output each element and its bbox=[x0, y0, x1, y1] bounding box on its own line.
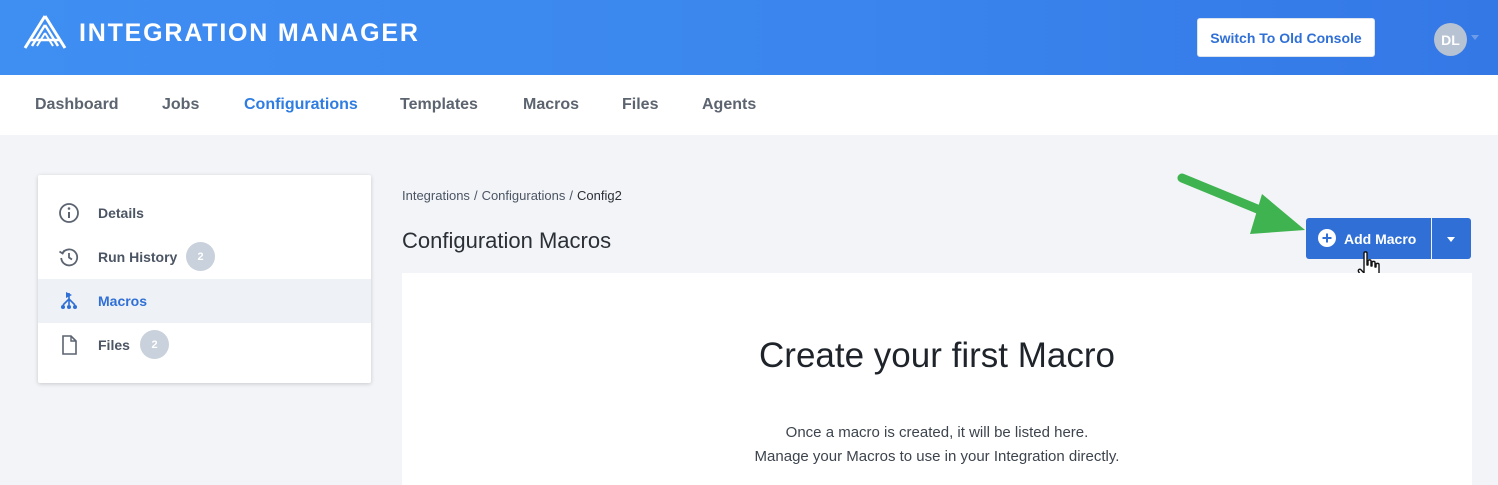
breadcrumb-separator: / bbox=[473, 188, 478, 203]
macro-icon bbox=[58, 290, 80, 312]
sidebar-item-files[interactable]: Files 2 bbox=[38, 323, 371, 367]
switch-to-old-console-button[interactable]: Switch To Old Console bbox=[1197, 18, 1375, 57]
files-count-badge: 2 bbox=[140, 330, 169, 359]
nav-item-configurations[interactable]: Configurations bbox=[244, 96, 358, 114]
history-icon bbox=[58, 246, 80, 268]
macros-empty-state-panel: Create your first Macro Once a macro is … bbox=[402, 273, 1472, 485]
chevron-down-icon bbox=[1447, 237, 1455, 242]
info-icon bbox=[58, 202, 80, 224]
user-avatar[interactable]: DL bbox=[1434, 23, 1467, 56]
breadcrumb: Integrations / Configurations / Config2 bbox=[402, 188, 622, 203]
config-sidebar: Details Run History 2 Macros Files 2 bbox=[38, 175, 371, 383]
nav-item-jobs[interactable]: Jobs bbox=[162, 96, 199, 114]
annotation-arrow-icon bbox=[1177, 173, 1305, 234]
file-icon bbox=[58, 334, 80, 356]
app-logo-icon[interactable] bbox=[22, 14, 68, 50]
app-title: INTEGRATION MANAGER bbox=[79, 19, 420, 47]
sidebar-item-details[interactable]: Details bbox=[38, 191, 371, 235]
empty-state-title: Create your first Macro bbox=[759, 336, 1115, 375]
add-macro-label: Add Macro bbox=[1344, 231, 1417, 247]
add-macro-dropdown-button[interactable] bbox=[1432, 218, 1471, 259]
page-title: Configuration Macros bbox=[402, 228, 612, 253]
nav-item-templates[interactable]: Templates bbox=[400, 96, 478, 114]
sidebar-item-label: Files bbox=[98, 337, 130, 353]
avatar-chevron-down-icon[interactable] bbox=[1471, 35, 1479, 40]
breadcrumb-integrations-link[interactable]: Integrations bbox=[402, 188, 470, 203]
breadcrumb-current: Config2 bbox=[577, 188, 622, 203]
sidebar-item-macros[interactable]: Macros bbox=[38, 279, 371, 323]
main-nav: Dashboard Jobs Configurations Templates … bbox=[0, 75, 1498, 135]
sidebar-item-run-history[interactable]: Run History 2 bbox=[38, 235, 371, 279]
breadcrumb-separator: / bbox=[569, 188, 574, 203]
nav-item-macros[interactable]: Macros bbox=[523, 96, 579, 114]
breadcrumb-configurations-link[interactable]: Configurations bbox=[482, 188, 566, 203]
nav-item-files[interactable]: Files bbox=[622, 96, 658, 114]
run-history-count-badge: 2 bbox=[186, 242, 215, 271]
empty-state-line: Once a macro is created, it will be list… bbox=[785, 424, 1089, 441]
empty-state-line: Manage your Macros to use in your Integr… bbox=[754, 448, 1120, 465]
nav-item-agents[interactable]: Agents bbox=[702, 96, 756, 114]
sidebar-item-label: Details bbox=[98, 205, 144, 221]
sidebar-item-label: Macros bbox=[98, 293, 148, 309]
sidebar-item-label: Run History bbox=[98, 249, 178, 265]
nav-item-dashboard[interactable]: Dashboard bbox=[35, 96, 119, 114]
top-header: INTEGRATION MANAGER Switch To Old Consol… bbox=[0, 0, 1498, 75]
plus-circle-icon bbox=[1318, 229, 1336, 247]
